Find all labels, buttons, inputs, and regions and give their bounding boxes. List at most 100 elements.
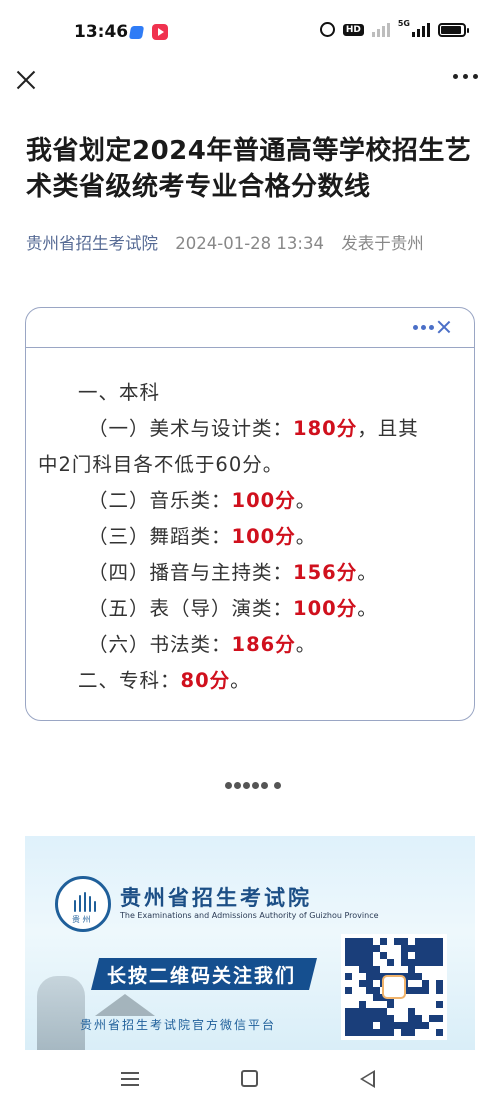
card-close-icon[interactable] [436,319,452,335]
qr-module [352,994,359,1001]
qr-module [422,980,429,987]
qr-module [387,1022,394,1029]
article-source-link[interactable]: 贵州省招生考试院 [26,234,158,253]
card-more-icon[interactable] [413,325,434,330]
qr-module [415,1008,422,1015]
status-bar: 13:46 HD 5G [0,0,500,66]
qr-module [429,994,436,1001]
qr-module [352,1022,359,1029]
qr-module [394,966,401,973]
qr-module [415,945,422,952]
qr-module [366,966,373,973]
card-line-suffix: 。 [295,489,317,512]
qr-module [373,1001,380,1008]
qr-module [380,952,387,959]
qr-module [380,1008,387,1015]
qr-module [422,987,429,994]
qr-module [359,938,366,945]
qr-module [415,959,422,966]
qr-module [366,959,373,966]
score-value: 180分 [293,417,358,440]
qr-module [401,1029,408,1036]
qr-module [345,959,352,966]
card-header [26,308,474,348]
qr-module [415,980,422,987]
qr-module [373,973,380,980]
article-location: 发表于贵州 [341,234,424,253]
qr-module [401,966,408,973]
card-line-text: 二、专科： [78,669,181,692]
banner-cta-text: 长按二维码关注我们 [107,965,297,987]
qr-code[interactable] [341,934,447,1040]
network-type-label: 5G [397,19,410,28]
qr-module [415,973,422,980]
system-nav-bar [0,1050,500,1097]
qr-module [436,959,443,966]
home-icon[interactable] [241,1070,258,1087]
more-options-icon[interactable] [453,74,478,79]
qr-module [415,1029,422,1036]
qr-module [394,1015,401,1022]
qr-module [366,1029,373,1036]
org-logo: 贵 州 [55,876,111,932]
qr-module [352,1029,359,1036]
card-line-suffix: 。 [357,561,378,584]
qr-module [359,980,366,987]
qr-module [429,959,436,966]
image-pager[interactable] [225,782,281,789]
qr-module [429,980,436,987]
qr-module [345,987,352,994]
qr-module [422,1029,429,1036]
qr-module [380,938,387,945]
qr-module [352,938,359,945]
qr-module [345,1022,352,1029]
qr-module [352,1001,359,1008]
qr-module [429,966,436,973]
qr-module [359,994,366,1001]
card-line: 中2门科目各不低于60分。 [38,448,283,477]
card-line: 一、本科 [78,376,160,405]
pager-dot [243,782,250,789]
qr-module [436,945,443,952]
qr-module [387,966,394,973]
qr-module [380,1029,387,1036]
qr-module [387,1008,394,1015]
qr-module [359,1029,366,1036]
qr-module [408,1015,415,1022]
qr-module [436,1015,443,1022]
qr-module [415,1022,422,1029]
qr-module [359,1008,366,1015]
qr-module [408,938,415,945]
status-time: 13:46 [74,22,129,42]
qr-module [401,1001,408,1008]
qr-module [345,1001,352,1008]
qr-module [345,1015,352,1022]
qr-module [401,1008,408,1015]
qr-module [401,938,408,945]
score-value: 100分 [293,597,358,620]
qr-module [387,959,394,966]
qr-module [380,1022,387,1029]
qr-module [408,980,415,987]
signal-sim2-icon [412,22,430,37]
qr-module [422,952,429,959]
banner-footer-text: 贵州省招生考试院官方微信平台 [80,1018,277,1032]
qr-module [415,952,422,959]
qr-module [429,1001,436,1008]
qr-module [408,994,415,1001]
qr-module [408,973,415,980]
qr-module [422,1015,429,1022]
qr-module [387,945,394,952]
recent-apps-icon[interactable] [121,1072,139,1090]
pager-dot [261,782,268,789]
back-icon[interactable] [360,1070,375,1088]
qr-module [422,994,429,1001]
qr-module [408,1029,415,1036]
close-icon[interactable] [14,68,38,92]
qr-module [387,1029,394,1036]
card-line: （五）表（导）演类：100分。 [88,592,378,621]
qr-module [394,959,401,966]
qr-module [429,938,436,945]
promo-banner[interactable]: 贵 州 贵州省招生考试院 The Examinations and Admiss… [25,836,475,1050]
qr-module [352,987,359,994]
